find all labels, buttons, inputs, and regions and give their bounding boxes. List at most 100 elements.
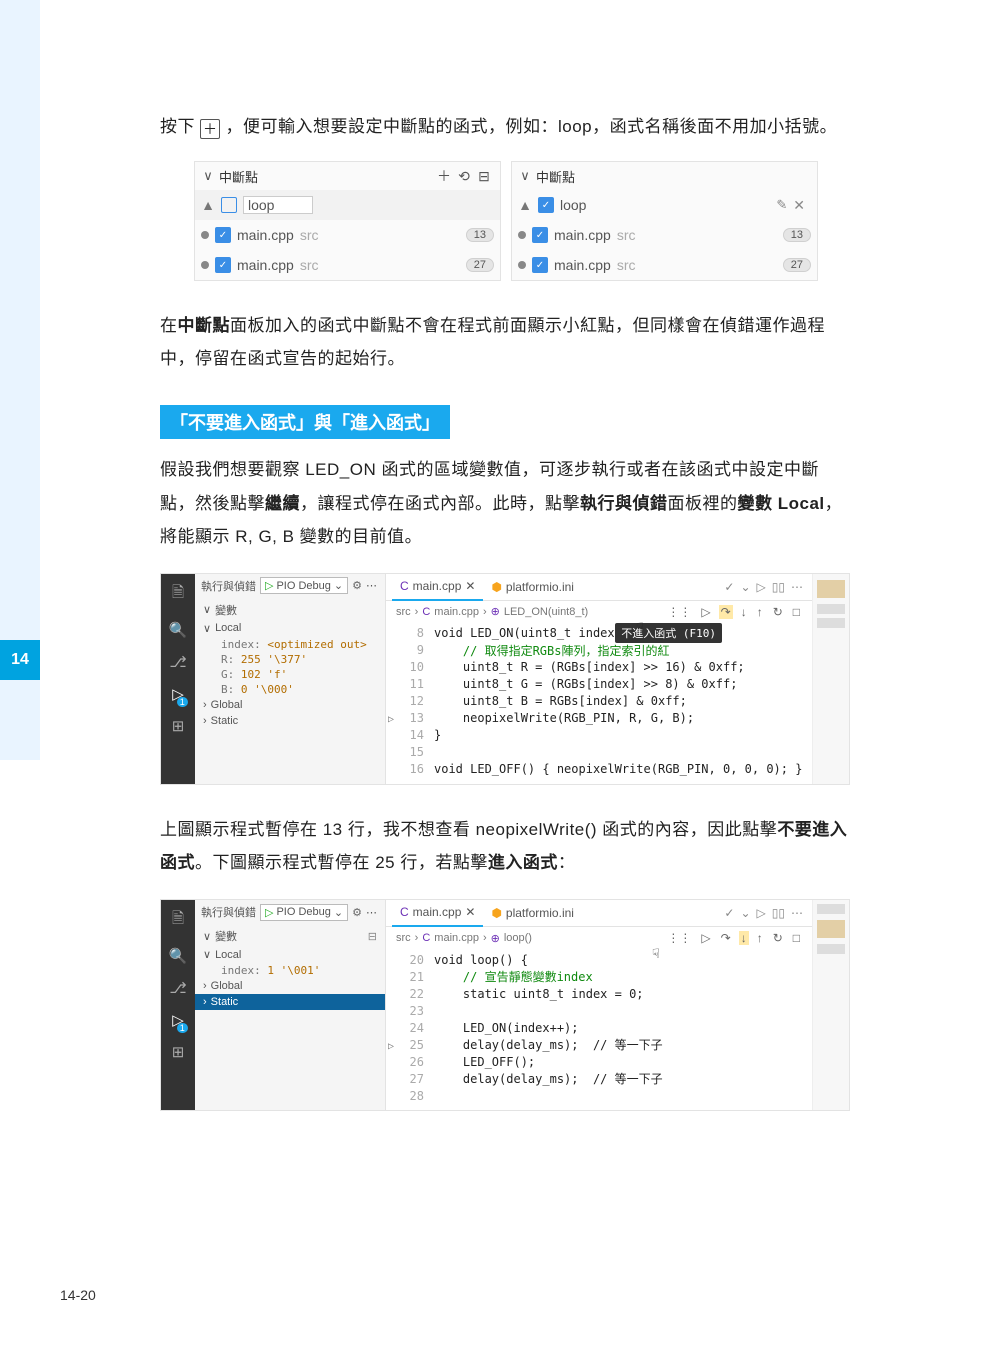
static-header[interactable]: › Static bbox=[195, 994, 385, 1010]
tab-main[interactable]: Cmain.cpp✕ bbox=[392, 899, 483, 927]
git-icon[interactable]: ⎇ bbox=[169, 979, 186, 997]
debug-icon[interactable]: ▷ bbox=[172, 1011, 184, 1029]
collapse-vars-icon[interactable]: ⊟ bbox=[368, 930, 377, 943]
step-into-icon[interactable]: ↓ bbox=[739, 931, 749, 945]
var-row: R: 255 '\377' bbox=[203, 652, 377, 667]
run-config[interactable]: ▷PIO Debug⌄ bbox=[260, 904, 348, 921]
crumb[interactable]: main.cpp bbox=[434, 932, 479, 944]
step-over-icon[interactable]: ↷ bbox=[719, 605, 733, 619]
expand-icon[interactable]: ▲ bbox=[201, 197, 215, 213]
run-icon[interactable]: ▷ bbox=[754, 906, 769, 920]
debug-toolbar: ⋮⋮ ▷ ↷ ↓ ↑ ↻ □ bbox=[665, 931, 802, 945]
search-icon[interactable]: 🔍 bbox=[169, 947, 188, 965]
run-icon[interactable]: ▷ bbox=[754, 580, 769, 594]
continue-icon[interactable]: ▷ bbox=[699, 931, 712, 945]
delete-icon[interactable]: ✕ bbox=[787, 197, 811, 214]
minimap[interactable] bbox=[812, 574, 849, 784]
more-icon[interactable]: ⋯ bbox=[788, 580, 806, 594]
bp-line: 27 bbox=[783, 258, 811, 272]
files-icon[interactable]: 🗎 bbox=[172, 908, 184, 933]
t: Static bbox=[211, 715, 239, 727]
step-out-icon[interactable]: ↑ bbox=[755, 605, 765, 619]
more-icon[interactable]: ⋯ bbox=[366, 906, 377, 919]
breakpoint-row[interactable]: ✓ main.cpp src 27 bbox=[195, 250, 500, 280]
toggle-all-icon[interactable]: ⟲ bbox=[454, 168, 474, 185]
check-icon[interactable]: ✓ bbox=[721, 580, 737, 594]
global-header[interactable]: › Global bbox=[203, 697, 377, 713]
code-editor[interactable]: 不進入函式 (F10) ☟ 8void LED_ON(uint8_t index… bbox=[386, 623, 812, 784]
debug-icon[interactable]: ▷ bbox=[172, 685, 184, 703]
checkbox-checked[interactable]: ✓ bbox=[532, 227, 548, 243]
check-icon[interactable]: ✓ bbox=[721, 906, 737, 920]
checkbox-checked[interactable]: ✓ bbox=[538, 197, 554, 213]
bp-loc: src bbox=[300, 227, 319, 243]
gear-icon[interactable]: ⚙ bbox=[352, 906, 362, 919]
split-icon[interactable]: ▯▯ bbox=[769, 580, 788, 594]
restart-icon[interactable]: ↻ bbox=[771, 605, 785, 619]
func-input[interactable]: loop bbox=[243, 196, 313, 214]
cfg: PIO Debug bbox=[276, 906, 330, 918]
drag-icon[interactable]: ⋮⋮ bbox=[665, 931, 693, 945]
split-icon[interactable]: ▯▯ bbox=[769, 906, 788, 920]
vars-header[interactable]: ∨ 變數 bbox=[203, 600, 377, 620]
minimap[interactable] bbox=[812, 900, 849, 1110]
collapse-icon[interactable]: ∨ bbox=[518, 168, 532, 184]
bp-file: main.cpp bbox=[554, 257, 611, 273]
tab-pio[interactable]: ⬢platformio.ini bbox=[483, 574, 582, 600]
extensions-icon[interactable]: ⊞ bbox=[172, 1043, 185, 1061]
tab-pio[interactable]: ⬢platformio.ini bbox=[483, 900, 582, 926]
more-icon[interactable]: ⋯ bbox=[788, 906, 806, 920]
local-header[interactable]: ∨ Local bbox=[203, 946, 377, 963]
add-icon[interactable]: ＋ bbox=[434, 166, 454, 186]
more-icon[interactable]: ⋯ bbox=[366, 579, 377, 592]
t-bold: 執行與偵錯 bbox=[580, 494, 668, 513]
crumb[interactable]: loop() bbox=[504, 932, 532, 944]
static-header[interactable]: › Static bbox=[203, 713, 377, 729]
crumb[interactable]: src bbox=[396, 606, 411, 618]
crumb[interactable]: main.cpp bbox=[434, 606, 479, 618]
breakpoint-panel-right: ∨ 中斷點 ▲ ✓ loop ✎ ✕ ✓ main.cpp src 13 ✓ m… bbox=[511, 161, 818, 281]
activity-bar: 🗎 🔍 ⎇ ▷ ⊞ bbox=[161, 574, 195, 784]
t-bold: 繼續 bbox=[265, 494, 300, 513]
tab-main[interactable]: Cmain.cpp✕ bbox=[392, 573, 483, 601]
crumb[interactable]: src bbox=[396, 932, 411, 944]
stop-icon[interactable]: □ bbox=[791, 931, 802, 945]
expand-icon[interactable]: ▲ bbox=[518, 197, 532, 213]
search-icon[interactable]: 🔍 bbox=[169, 621, 188, 639]
var-row: G: 102 'f' bbox=[203, 667, 377, 682]
stop-icon[interactable]: □ bbox=[791, 605, 802, 619]
run-config[interactable]: ▷PIO Debug⌄ bbox=[260, 577, 348, 594]
global-header[interactable]: › Global bbox=[203, 978, 377, 994]
breakpoint-dot-icon bbox=[201, 261, 209, 269]
step-over-icon[interactable]: ↷ bbox=[719, 931, 733, 945]
code-editor[interactable]: ☟ 20void loop() {21 // 宣告靜態變數index22 sta… bbox=[386, 949, 812, 1110]
checkbox-unchecked[interactable] bbox=[221, 197, 237, 213]
collapse-icon[interactable]: ∨ bbox=[201, 168, 215, 184]
extensions-icon[interactable]: ⊞ bbox=[172, 717, 185, 735]
local-header[interactable]: ∨ Local bbox=[203, 620, 377, 637]
git-icon[interactable]: ⎇ bbox=[169, 653, 186, 671]
breakpoint-row[interactable]: ✓ main.cpp src 13 bbox=[195, 220, 500, 250]
t-bold: 進入函式 bbox=[488, 853, 558, 872]
t: main.cpp bbox=[413, 905, 462, 919]
checkbox-checked[interactable]: ✓ bbox=[532, 257, 548, 273]
gear-icon[interactable]: ⚙ bbox=[352, 579, 362, 592]
edit-icon[interactable]: ✎ bbox=[776, 197, 787, 213]
vars-header[interactable]: ∨ 變數⊟ bbox=[203, 926, 377, 946]
files-icon[interactable]: 🗎 bbox=[172, 582, 184, 607]
cursor-hand-icon: ☟ bbox=[652, 947, 660, 962]
t: 。下圖顯示程式暫停在 25 行，若點擊 bbox=[195, 853, 488, 872]
continue-icon[interactable]: ▷ bbox=[699, 605, 712, 619]
drag-icon[interactable]: ⋮⋮ bbox=[665, 605, 693, 619]
step-out-icon[interactable]: ↑ bbox=[755, 931, 765, 945]
breakpoint-row[interactable]: ✓ main.cpp src 13 bbox=[512, 220, 817, 250]
breakpoint-row[interactable]: ✓ main.cpp src 27 bbox=[512, 250, 817, 280]
restart-icon[interactable]: ↻ bbox=[771, 931, 785, 945]
bp-file: main.cpp bbox=[237, 227, 294, 243]
checkbox-checked[interactable]: ✓ bbox=[215, 257, 231, 273]
crumb[interactable]: LED_ON(uint8_t) bbox=[504, 606, 588, 618]
t: 在 bbox=[160, 316, 178, 335]
checkbox-checked[interactable]: ✓ bbox=[215, 227, 231, 243]
step-into-icon[interactable]: ↓ bbox=[739, 605, 749, 619]
close-panel-icon[interactable]: ⊟ bbox=[474, 168, 494, 185]
